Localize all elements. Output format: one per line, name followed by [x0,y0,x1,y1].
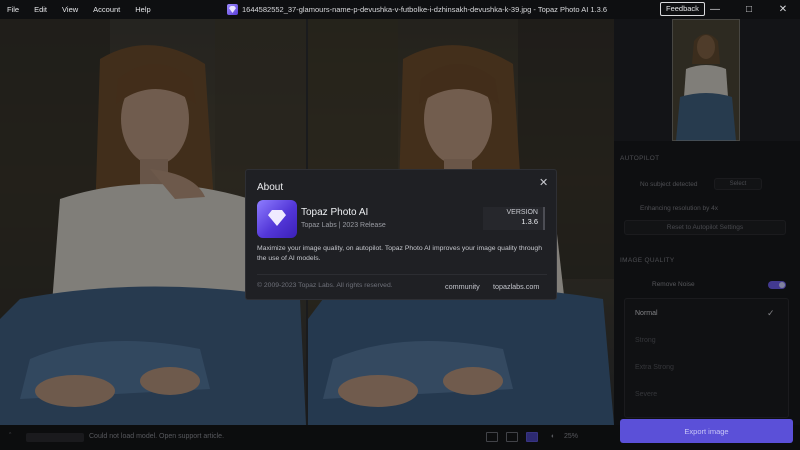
menu-view[interactable]: View [62,5,78,14]
title-bar: File Edit View Account Help 1644582552_3… [0,0,800,19]
minimize-icon[interactable]: — [698,0,732,19]
app-logo-icon [257,200,297,238]
version-number: 1.3.6 [521,217,538,226]
publisher-text: Topaz Labs | 2023 Release [301,222,386,229]
menu-help[interactable]: Help [135,5,150,14]
website-link[interactable]: topazlabs.com [493,282,539,291]
menu-file[interactable]: File [7,5,19,14]
dialog-divider [257,274,547,275]
version-label: VERSION [506,209,538,216]
export-image-button[interactable]: Export image [620,419,793,443]
community-link[interactable]: community [445,282,480,291]
dialog-close-icon[interactable]: ✕ [539,176,548,189]
menu-account[interactable]: Account [93,5,120,14]
copyright-text: © 2009-2023 Topaz Labs. All rights reser… [257,282,393,289]
menu-edit[interactable]: Edit [34,5,47,14]
window-title: 1644582552_37-glamours-name-p-devushka-v… [227,0,607,19]
app-description: Maximize your image quality, on autopilo… [257,245,542,262]
about-dialog: About ✕ Topaz Photo AI Topaz Labs | 2023… [245,169,557,300]
menu-bar: File Edit View Account Help [0,5,166,14]
version-box: VERSION 1.3.6 [483,207,545,230]
maximize-icon[interactable]: □ [732,0,766,19]
dialog-title: About [257,182,284,193]
close-icon[interactable]: ✕ [766,0,800,19]
topaz-logo-icon [227,4,238,15]
app-name: Topaz Photo AI [301,207,369,218]
window-title-text: 1644582552_37-glamours-name-p-devushka-v… [242,5,608,14]
